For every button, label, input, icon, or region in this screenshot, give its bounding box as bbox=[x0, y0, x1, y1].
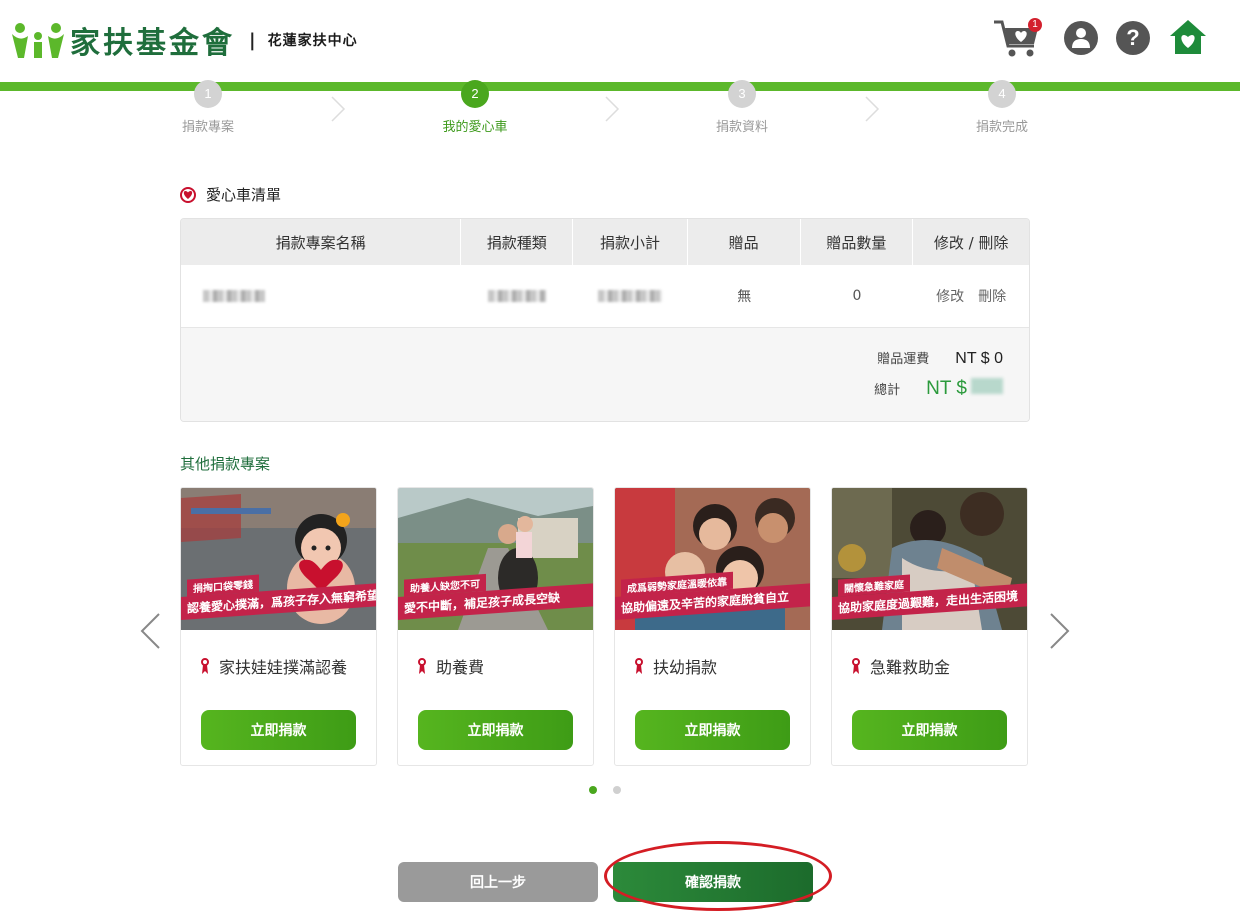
gift-cell: 無 bbox=[737, 289, 752, 305]
chevron-right-icon bbox=[865, 96, 880, 122]
project-photo: 關懷急難家庭 協助家庭度過艱難，走出生活困境 bbox=[832, 488, 1027, 630]
project-photo: 成爲弱勢家庭溫暖依靠 協助偏遠及辛苦的家庭脫貧自立 bbox=[615, 488, 810, 630]
gift-qty-cell: 0 bbox=[852, 288, 862, 304]
step-number: 4 bbox=[988, 80, 1016, 108]
confirm-donation-button[interactable]: 確認捐款 bbox=[613, 862, 813, 902]
progress-steps: 1 捐款專案 2 我的愛心車 3 捐款資料 4 捐款完成 bbox=[180, 80, 1030, 144]
total-label: 總計 bbox=[874, 383, 901, 398]
cart-count-badge: 1 bbox=[1028, 18, 1042, 32]
back-button[interactable]: 回上一步 bbox=[398, 862, 598, 902]
column-header: 捐款小計 bbox=[573, 219, 688, 265]
step-number: 3 bbox=[728, 80, 756, 108]
help-glyph: ? bbox=[1126, 25, 1140, 50]
carousel-dot-1[interactable] bbox=[589, 786, 597, 794]
step-label: 我的愛心車 bbox=[442, 120, 508, 135]
project-card[interactable]: 助養人缺您不可 愛不中斷，補足孩子成長空缺 助養費 立即捐款 bbox=[397, 487, 594, 766]
actions-cell: 修改 刪除 bbox=[913, 265, 1029, 327]
step-4: 4 捐款完成 bbox=[942, 80, 1062, 135]
cart-table: 捐款專案名稱 捐款種類 捐款小計 贈品 贈品數量 修改 / 刪除 無 0 修改 … bbox=[180, 218, 1030, 422]
cart-summary: 贈品運費 NT $ 0 總計 NT $ bbox=[181, 328, 1029, 421]
step-1: 1 捐款專案 bbox=[148, 80, 268, 135]
carousel-prev-icon[interactable] bbox=[139, 612, 161, 650]
step-number: 1 bbox=[194, 80, 222, 108]
donate-now-button[interactable]: 立即捐款 bbox=[635, 710, 790, 750]
subtotal-cell bbox=[573, 265, 688, 327]
cart-button[interactable]: 1 bbox=[992, 16, 1046, 60]
project-name-cell bbox=[181, 265, 461, 327]
step-3: 3 捐款資料 bbox=[682, 80, 802, 135]
project-card[interactable]: 捐掏口袋零錢 認養愛心撲滿，爲孩子存入無窮希望 家扶娃娃撲滿認養 立即捐款 bbox=[180, 487, 377, 766]
step-2: 2 我的愛心車 bbox=[415, 80, 535, 135]
logo-subtitle: 花蓮家扶中心 bbox=[267, 33, 358, 49]
home-heart-icon[interactable] bbox=[1168, 18, 1208, 58]
project-name: 助養費 bbox=[418, 654, 484, 678]
total-line: 總計 NT $ bbox=[874, 378, 1003, 400]
column-header: 修改 / 刪除 bbox=[933, 233, 1009, 252]
redacted-text bbox=[488, 290, 547, 302]
chevron-right-icon bbox=[605, 96, 620, 122]
redacted-text bbox=[598, 290, 663, 302]
project-name: 扶幼捐款 bbox=[635, 654, 717, 678]
carousel-pagination bbox=[589, 786, 621, 794]
cart-list-title: 愛心車清單 bbox=[180, 184, 281, 205]
site-logo[interactable]: 家扶基金會 | 花蓮家扶中心 bbox=[10, 18, 358, 62]
chevron-right-icon bbox=[331, 96, 346, 122]
project-name-text: 急難救助金 bbox=[870, 658, 951, 677]
delete-link[interactable]: 刪除 bbox=[978, 286, 1006, 306]
project-photo: 捐掏口袋零錢 認養愛心撲滿，爲孩子存入無窮希望 bbox=[181, 488, 376, 630]
table-row: 無 0 修改 刪除 bbox=[181, 265, 1029, 328]
step-label: 捐款完成 bbox=[975, 120, 1028, 135]
donate-now-button[interactable]: 立即捐款 bbox=[201, 710, 356, 750]
ribbon-icon bbox=[635, 658, 643, 674]
redacted-text bbox=[203, 290, 265, 302]
cart-list-title-text: 愛心車清單 bbox=[206, 186, 282, 204]
step-label: 捐款資料 bbox=[715, 120, 768, 135]
table-header-row: 捐款專案名稱 捐款種類 捐款小計 贈品 贈品數量 修改 / 刪除 bbox=[181, 219, 1029, 265]
project-photo: 助養人缺您不可 愛不中斷，補足孩子成長空缺 bbox=[398, 488, 593, 630]
family-logo-icon bbox=[12, 23, 64, 58]
user-silhouette-icon bbox=[1072, 28, 1090, 48]
shipping-value: NT $ 0 bbox=[955, 350, 1003, 367]
project-name: 家扶娃娃撲滿認養 bbox=[201, 654, 347, 678]
site-header: 家扶基金會 | 花蓮家扶中心 1 ? bbox=[0, 0, 1240, 84]
donation-type-cell bbox=[461, 265, 573, 327]
project-name: 急難救助金 bbox=[852, 654, 950, 678]
heart-icon bbox=[180, 186, 196, 203]
header-icons: 1 ? bbox=[992, 16, 1208, 60]
carousel-next-icon[interactable] bbox=[1049, 612, 1071, 650]
carousel-dot-2[interactable] bbox=[613, 786, 621, 794]
edit-link[interactable]: 修改 bbox=[936, 286, 964, 306]
total-prefix: NT $ bbox=[926, 378, 967, 399]
project-name-text: 助養費 bbox=[436, 658, 485, 677]
shipping-line: 贈品運費 NT $ 0 bbox=[877, 348, 1003, 368]
logo-title: 家扶基金會 bbox=[70, 26, 235, 61]
logo-separator: | bbox=[249, 29, 256, 51]
help-icon[interactable]: ? bbox=[1116, 21, 1150, 55]
column-header: 贈品數量 bbox=[801, 219, 914, 265]
donate-now-button[interactable]: 立即捐款 bbox=[852, 710, 1007, 750]
redacted-total bbox=[971, 378, 1003, 394]
column-header: 捐款專案名稱 bbox=[181, 219, 462, 265]
project-name-text: 扶幼捐款 bbox=[653, 658, 718, 677]
project-name-text: 家扶娃娃撲滿認養 bbox=[219, 658, 348, 677]
project-card[interactable]: 成爲弱勢家庭溫暖依靠 協助偏遠及辛苦的家庭脫貧自立 扶幼捐款 立即捐款 bbox=[614, 487, 811, 766]
ribbon-icon bbox=[418, 658, 426, 674]
project-card[interactable]: 關懷急難家庭 協助家庭度過艱難，走出生活困境 急難救助金 立即捐款 bbox=[831, 487, 1028, 766]
ribbon-icon bbox=[852, 658, 860, 674]
column-header: 捐款種類 bbox=[461, 219, 574, 265]
step-label: 捐款專案 bbox=[181, 120, 234, 135]
donate-now-button[interactable]: 立即捐款 bbox=[418, 710, 573, 750]
column-header: 贈品 bbox=[688, 219, 801, 265]
shipping-label: 贈品運費 bbox=[877, 352, 930, 367]
other-projects-title: 其他捐款專案 bbox=[180, 455, 271, 473]
user-icon[interactable] bbox=[1064, 21, 1098, 55]
ribbon-icon bbox=[201, 658, 209, 674]
step-number: 2 bbox=[461, 80, 489, 108]
